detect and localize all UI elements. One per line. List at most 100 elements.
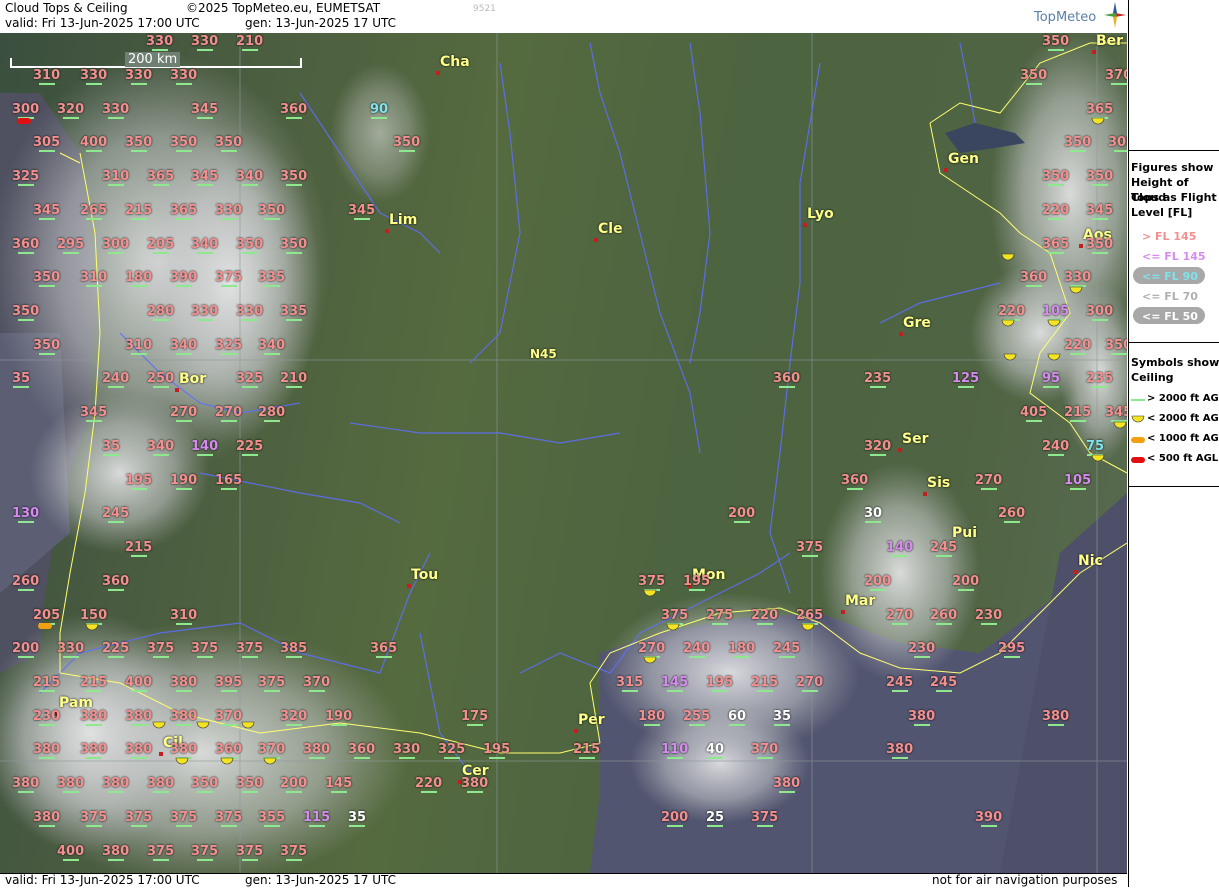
satellite-map: 200 km N45 Cha Lim Cle Lyo Gen Ber Aos Gre Bor Se…	[0, 33, 1127, 873]
cloud-top-label: 215	[125, 203, 153, 218]
cloud-top-label: 375	[236, 641, 264, 656]
cloud-top-label: 345	[1086, 203, 1114, 218]
city-label: Ser	[902, 431, 929, 447]
cloud-top-label: 180	[638, 709, 666, 724]
cloud-top-label: 375	[191, 641, 219, 656]
cloud-top-label: 215	[80, 675, 108, 690]
cloud-top-label: 240	[683, 641, 711, 656]
city-marker	[898, 448, 902, 452]
cloud-top-label: 215	[125, 540, 153, 555]
cloud-top-label: 325	[438, 742, 466, 757]
cloud-top-label: 250	[147, 371, 175, 386]
cloud-top-label: 350	[215, 135, 243, 150]
cloud-top-label: 350	[1064, 135, 1092, 150]
cloud-top-label: 305	[33, 135, 61, 150]
cloud-top-label: 340	[236, 169, 264, 184]
cloud-top-label: 310	[125, 338, 153, 353]
ceiling-symbol	[1091, 454, 1105, 462]
cloud-top-label: 220	[751, 608, 779, 623]
cloud-top-label: 255	[683, 709, 711, 724]
cloud-top-label: 30	[864, 506, 883, 521]
cloud-top-label: 145	[661, 675, 689, 690]
cloud-top-label: 195	[483, 742, 511, 757]
cloud-top-label: 130	[12, 506, 40, 521]
ceiling-symbol	[643, 656, 657, 664]
city-marker	[923, 492, 927, 496]
legend-divider	[1129, 486, 1219, 487]
cloud-top-label: 350	[1086, 237, 1114, 252]
cloud-top-label: 330	[170, 68, 198, 83]
city-marker	[944, 168, 948, 172]
latitude-label: N45	[530, 347, 557, 361]
cloud-top-label: 110	[661, 742, 689, 757]
scale-label: 200 km	[125, 52, 181, 67]
cloud-top-label: 35	[102, 439, 121, 454]
footer-bar: valid: Fri 13-Jun-2025 17:00 UTC gen: 13…	[0, 873, 1127, 888]
cloud-top-label: 215	[573, 742, 601, 757]
cloud-top-label: 220	[415, 776, 443, 791]
legend-level: <= FL 145	[1142, 250, 1206, 263]
ceiling-symbol	[1001, 253, 1015, 261]
cloud-top-label: 360	[102, 574, 130, 589]
cloud-top-label: 320	[864, 439, 892, 454]
cloud-top-label: 375	[796, 540, 824, 555]
ceiling-symbol	[38, 623, 52, 629]
cloud-top-label: 180	[125, 270, 153, 285]
cloud-top-label: 380	[33, 742, 61, 757]
city-label: Cle	[598, 221, 623, 237]
cloud-top-label: 365	[1042, 237, 1070, 252]
cloud-top-label: 375	[236, 844, 264, 859]
legend-symbol-icon	[1131, 437, 1145, 443]
ceiling-symbol	[196, 721, 210, 729]
cloud-top-label: 190	[170, 473, 198, 488]
cloud-top-label: 105	[1064, 473, 1092, 488]
cloud-top-label: 270	[796, 675, 824, 690]
cloud-top-label: 195	[706, 675, 734, 690]
cloud-top-label: 240	[102, 371, 130, 386]
topmeteo-logo: TopMeteo	[1034, 10, 1097, 25]
cloud-top-label: 140	[191, 439, 219, 454]
compass-logo-icon	[1104, 2, 1126, 28]
cloud-top-label: 330	[80, 68, 108, 83]
footer-valid: valid: Fri 13-Jun-2025 17:00 UTC	[5, 873, 200, 887]
cloud-top-label: 350	[280, 237, 308, 252]
cloud-top-label: 380	[147, 776, 175, 791]
cloud-top-label: 245	[930, 540, 958, 555]
image-code: 9521	[473, 4, 496, 14]
cloud-top-label: 35	[12, 371, 31, 386]
legend-symbol-label: < 500 ft AGL	[1147, 453, 1219, 464]
cloud-top-label: 220	[1042, 203, 1070, 218]
cloud-top-label: 350	[236, 776, 264, 791]
city-marker	[1079, 244, 1083, 248]
cloud-top-label: 380	[33, 810, 61, 825]
ceiling-symbol	[666, 623, 680, 631]
cloud-top-label: 295	[998, 641, 1026, 656]
cloud-top-label: 350	[1042, 169, 1070, 184]
cloud-top-label: 210	[236, 34, 264, 49]
cloud-top-label: 375	[751, 810, 779, 825]
cloud-top-label: 380	[125, 742, 153, 757]
cloud-top-label: 245	[773, 641, 801, 656]
cloud-top-label: 200	[952, 574, 980, 589]
cloud-top-label: 360	[773, 371, 801, 386]
ceiling-symbol	[17, 118, 31, 124]
cloud-top-label: 350	[12, 304, 40, 319]
ceiling-symbol	[1091, 117, 1105, 125]
cloud-top-label: 360	[348, 742, 376, 757]
cloud-top-label: 245	[886, 675, 914, 690]
cloud-top-label: 350	[1105, 339, 1127, 355]
cloud-top-label: 385	[280, 641, 308, 656]
cloud-top-label: 200	[661, 810, 689, 825]
valid-time: valid: Fri 13-Jun-2025 17:00 UTC	[5, 16, 200, 30]
chart-title: Cloud Tops & Ceiling	[5, 1, 128, 15]
cloud-top-label: 400	[57, 844, 85, 859]
cloud-top-label: 280	[147, 304, 175, 319]
city-marker	[159, 752, 163, 756]
cloud-top-label: 335	[280, 304, 308, 319]
cloud-top-label: 265	[80, 203, 108, 218]
cloud-top-label: 310	[102, 169, 130, 184]
legend-text: Figures show	[1131, 161, 1214, 174]
legend-text: Level [FL]	[1131, 206, 1193, 219]
cloud-top-label: 375	[215, 270, 243, 285]
cloud-top-label: 305	[1108, 136, 1127, 152]
